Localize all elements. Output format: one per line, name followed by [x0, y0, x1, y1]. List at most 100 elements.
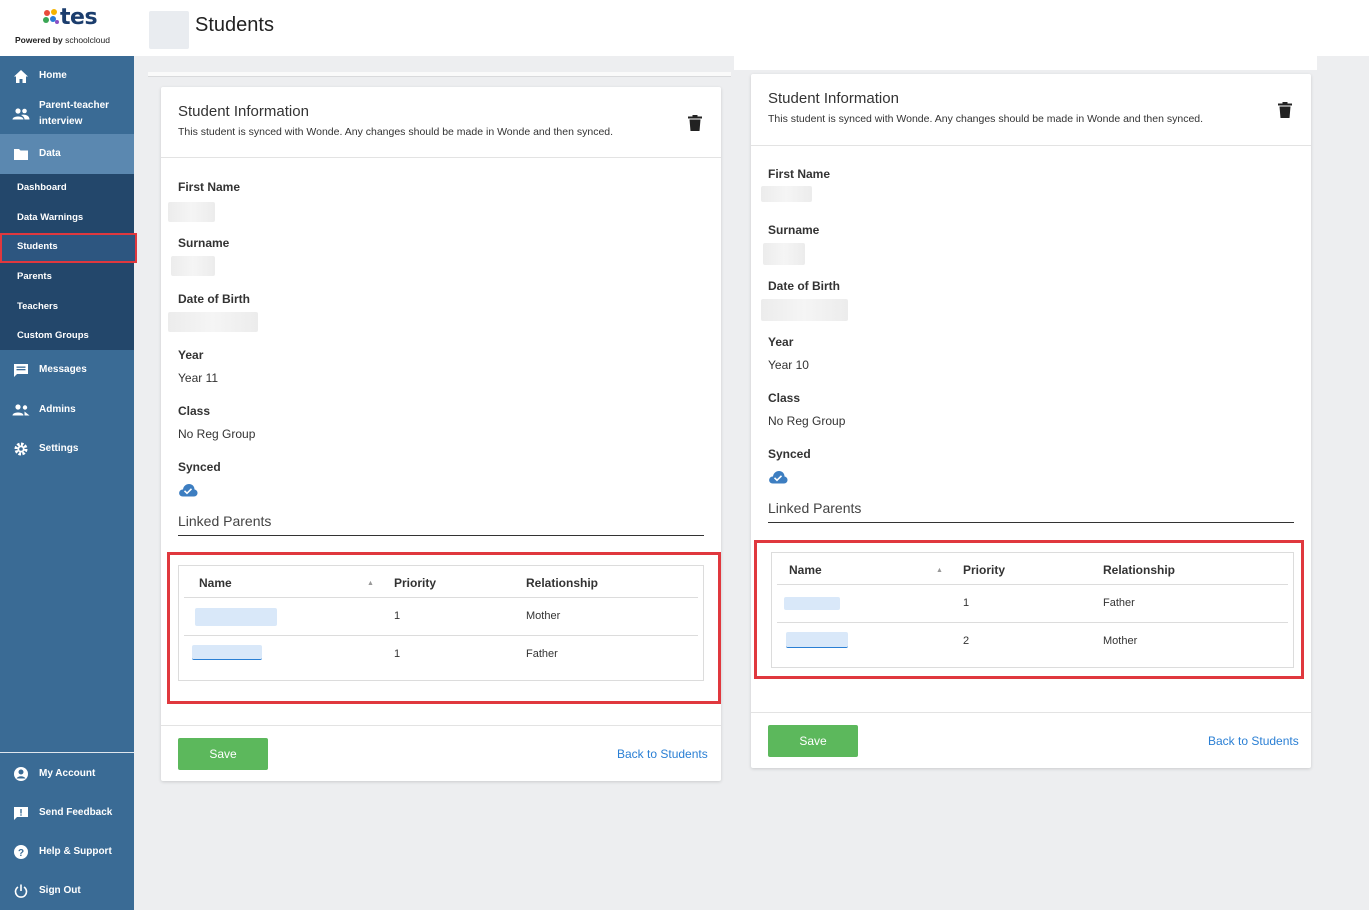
year-label: Year — [768, 335, 794, 349]
parent-name-link[interactable] — [192, 645, 262, 660]
card-footer-divider — [751, 712, 1311, 713]
help-icon: ? — [12, 843, 30, 861]
tes-logo-icon — [43, 9, 59, 24]
surname-label: Surname — [768, 223, 820, 237]
back-to-students-link[interactable]: Back to Students — [1208, 734, 1299, 748]
delete-icon[interactable] — [688, 115, 702, 131]
row-priority: 1 — [394, 648, 401, 660]
save-button[interactable]: Save — [768, 725, 858, 757]
subnav-teachers[interactable]: Teachers — [17, 301, 58, 312]
sidebar-item-send-feedback[interactable]: Send Feedback — [0, 803, 134, 823]
subnav-students[interactable]: Students — [17, 241, 58, 252]
cloud-check-icon — [179, 484, 198, 497]
subnav-parents[interactable]: Parents — [17, 271, 52, 282]
class-label: Class — [178, 404, 211, 418]
people-icon — [12, 105, 30, 123]
top-bar: Students — [134, 0, 1369, 56]
svg-text:?: ? — [18, 848, 24, 859]
sidebar-divider — [0, 752, 134, 753]
back-to-students-link[interactable]: Back to Students — [617, 747, 708, 761]
row-divider — [777, 622, 1288, 623]
first-name-label: First Name — [178, 180, 241, 194]
account-icon — [12, 765, 30, 783]
sidebar-item-parent-teacher-interview[interactable]: Parent-teacher interview — [0, 98, 134, 130]
sidebar-item-my-account[interactable]: My Account — [0, 764, 134, 784]
row-priority: 1 — [963, 597, 970, 609]
header-divider — [184, 597, 698, 598]
linked-parents-table: Name ▲ Priority Relationship 1 Mother 1 … — [178, 565, 704, 681]
powered-by: Powered by schoolcloud — [15, 35, 110, 45]
card-header: Student Information This student is sync… — [751, 74, 1311, 146]
logo[interactable]: tes Powered by schoolcloud — [0, 0, 134, 56]
column-header-priority[interactable]: Priority — [394, 576, 436, 590]
first-name-value-blurred — [168, 202, 215, 222]
page-title: Students — [195, 14, 274, 36]
surname-label: Surname — [178, 236, 230, 250]
sidebar-item-help-support[interactable]: ? Help & Support — [0, 842, 134, 862]
home-icon — [12, 67, 30, 85]
linked-parents-underline — [178, 535, 704, 536]
feedback-icon — [12, 804, 30, 822]
sidebar-item-messages[interactable]: Messages — [0, 360, 134, 380]
cloud-check-icon — [769, 471, 788, 484]
subnav-data-warnings[interactable]: Data Warnings — [17, 212, 83, 223]
column-header-name[interactable]: Name — [199, 576, 232, 590]
column-header-name[interactable]: Name — [789, 563, 822, 577]
sidebar: tes Powered by schoolcloud Home Parent-t… — [0, 0, 137, 910]
subnav-custom-groups[interactable]: Custom Groups — [17, 330, 89, 341]
subnav-dashboard[interactable]: Dashboard — [17, 182, 67, 193]
column-header-relationship[interactable]: Relationship — [1103, 563, 1175, 577]
header-divider — [777, 584, 1288, 585]
first-name-label: First Name — [768, 167, 831, 181]
card-title: Student Information — [768, 90, 899, 107]
row-relationship: Father — [526, 648, 558, 660]
top-strip — [148, 72, 731, 77]
dob-value-blurred — [168, 312, 258, 332]
sort-up-icon[interactable]: ▲ — [936, 567, 943, 574]
column-header-priority[interactable]: Priority — [963, 563, 1005, 577]
column-header-relationship[interactable]: Relationship — [526, 576, 598, 590]
row-priority: 1 — [394, 610, 401, 622]
class-value: No Reg Group — [768, 414, 846, 428]
gear-icon — [12, 440, 30, 458]
linked-parents-title: Linked Parents — [178, 513, 272, 529]
folder-icon — [12, 145, 30, 163]
year-value: Year 10 — [768, 358, 809, 372]
sort-up-icon[interactable]: ▲ — [367, 580, 374, 587]
row-relationship: Father — [1103, 597, 1135, 609]
row-divider — [184, 635, 698, 636]
admins-icon — [12, 401, 30, 419]
row-relationship: Mother — [1103, 635, 1138, 647]
surname-value-blurred — [763, 243, 805, 265]
row-priority: 2 — [963, 635, 970, 647]
dob-value-blurred — [761, 299, 848, 321]
delete-icon[interactable] — [1278, 102, 1292, 118]
chat-icon — [12, 361, 30, 379]
parent-name-link[interactable] — [786, 632, 848, 648]
sidebar-item-home[interactable]: Home — [0, 66, 134, 86]
parent-name-link[interactable] — [195, 608, 277, 626]
sidebar-item-admins[interactable]: Admins — [0, 400, 134, 420]
card-subtitle: This student is synced with Wonde. Any c… — [178, 126, 614, 138]
dob-label: Date of Birth — [768, 279, 840, 293]
sidebar-item-data[interactable]: Data — [0, 144, 134, 164]
card-footer-divider — [161, 725, 721, 726]
power-icon — [12, 882, 30, 900]
year-label: Year — [178, 348, 204, 362]
sidebar-item-settings[interactable]: Settings — [0, 439, 134, 459]
logo-text: tes — [60, 5, 98, 30]
sidebar-item-sign-out[interactable]: Sign Out — [0, 881, 134, 901]
linked-parents-title: Linked Parents — [768, 500, 862, 516]
row-relationship: Mother — [526, 610, 561, 622]
card-subtitle: This student is synced with Wonde. Any c… — [768, 113, 1204, 125]
linked-parents-table: Name ▲ Priority Relationship 1 Father 2 … — [771, 552, 1294, 668]
year-value: Year 11 — [178, 371, 219, 385]
class-value: No Reg Group — [178, 427, 256, 441]
parent-name-link[interactable] — [784, 597, 840, 610]
synced-label: Synced — [768, 447, 811, 461]
card-header: Student Information This student is sync… — [161, 87, 721, 158]
surname-value-blurred — [171, 256, 215, 276]
dob-label: Date of Birth — [178, 292, 250, 306]
first-name-value-blurred — [761, 186, 812, 202]
save-button[interactable]: Save — [178, 738, 268, 770]
